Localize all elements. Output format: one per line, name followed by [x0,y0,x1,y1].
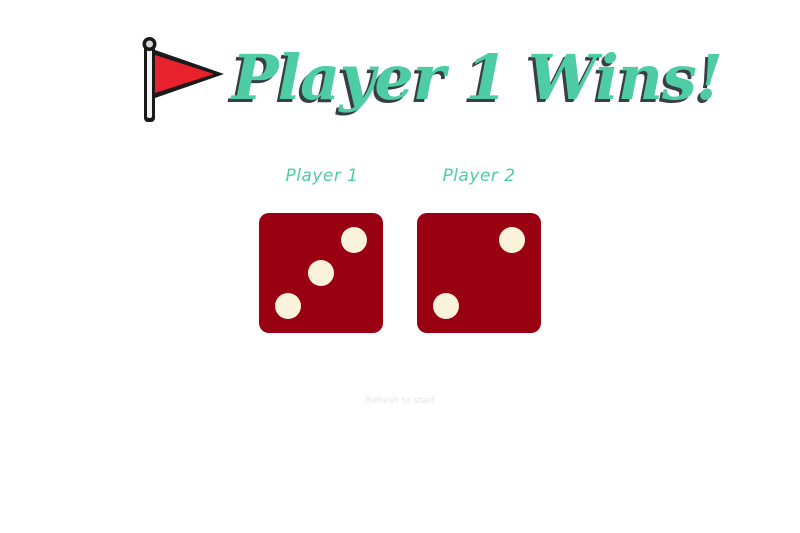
refresh-hint: Refresh to start [365,396,435,406]
player-1-die [259,213,383,333]
die-pip [433,293,459,319]
player-2-die [417,213,541,333]
flag-icon [142,37,224,122]
die-pip [341,227,367,253]
die-pip [275,293,301,319]
die-pip [308,260,334,286]
player-1-label: Player 1 [285,166,359,186]
die-pip [499,227,525,253]
player-2-label: Player 2 [442,166,516,186]
title-row: Player 1 Wins! [0,30,800,130]
game-page: Player 1 Wins! Player 1 Player 2 Refresh… [0,0,800,533]
result-title: Player 1 Wins! [232,41,723,114]
